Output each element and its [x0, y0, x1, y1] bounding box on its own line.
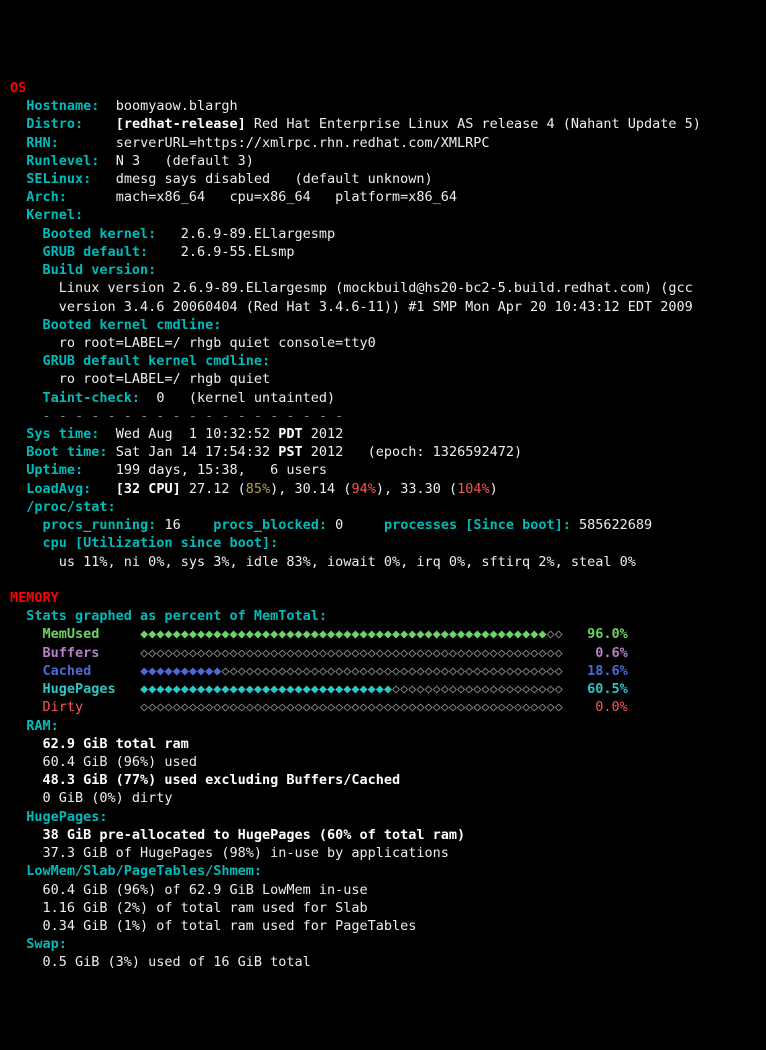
arch-key: Arch:	[26, 189, 67, 205]
procs-running-key: procs_running:	[43, 517, 157, 533]
ram-used: 60.4 GiB (96%) used	[43, 754, 197, 770]
os-header: OS	[10, 80, 26, 96]
separator: - - - - - - - - - - - - - - - - - - -	[43, 408, 344, 424]
lowmem-pagetables: 0.34 GiB (1%) of total ram used for Page…	[43, 918, 417, 934]
booted-cmdline-val: ro root=LABEL=/ rhgb quiet console=tty0	[59, 335, 376, 351]
build-version-line1: Linux version 2.6.9-89.ELlargesmp (mockb…	[59, 280, 693, 296]
grub-default-val: 2.6.9-55.ELsmp	[181, 244, 295, 260]
swap-used: 0.5 GiB (3%) used of 16 GiB total	[43, 954, 311, 970]
runlevel-key: Runlevel:	[26, 153, 99, 169]
bar-cached-pct: 18.6%	[587, 663, 628, 679]
build-version-key: Build version:	[43, 262, 157, 278]
grub-default-key: GRUB default:	[43, 244, 149, 260]
cpu-util-line: us 11%, ni 0%, sys 3%, idle 83%, iowait …	[59, 554, 636, 570]
bar-dirty-pct: 0.0%	[587, 699, 628, 715]
ram-key: RAM:	[26, 718, 59, 734]
bar-cached-label: Cached	[43, 663, 124, 679]
booted-cmdline-key: Booted kernel cmdline:	[43, 317, 222, 333]
runlevel-val: N 3 (default 3)	[116, 153, 254, 169]
taint-val: 0 (kernel untainted)	[156, 390, 335, 406]
uptime-val: 199 days, 15:38, 6 users	[116, 462, 327, 478]
procstat-key: /proc/stat:	[26, 499, 115, 515]
hugepages-key: HugePages:	[26, 809, 107, 825]
hugepages-inuse: 37.3 GiB of HugePages (98%) in-use by ap…	[43, 845, 449, 861]
booted-kernel-val: 2.6.9-89.ELlargesmp	[181, 226, 335, 242]
bar-memused-label: MemUsed	[43, 626, 124, 642]
bar-memused-pct: 96.0%	[587, 626, 628, 642]
bar-memused: ◆◆◆◆◆◆◆◆◆◆◆◆◆◆◆◆◆◆◆◆◆◆◆◆◆◆◆◆◆◆◆◆◆◆◆◆◆◆◆◆…	[140, 626, 563, 642]
hostname-val: boomyaow.blargh	[116, 98, 238, 114]
booted-kernel-key: Booted kernel:	[43, 226, 157, 242]
bar-dirty: ◇◇◇◇◇◇◇◇◇◇◇◇◇◇◇◇◇◇◇◇◇◇◇◇◇◇◇◇◇◇◇◇◇◇◇◇◇◇◇◇…	[140, 699, 563, 715]
loadavg-cpu-tag: [32 CPU]	[116, 481, 181, 497]
ram-total: 62.9 GiB total ram	[43, 736, 189, 752]
systime-val: Wed Aug 1 10:32:52	[116, 426, 279, 442]
ram-used-excl: 48.3 GiB (77%) used excluding Buffers/Ca…	[43, 772, 401, 788]
boottime-val: Sat Jan 14 17:54:32	[116, 444, 279, 460]
bar-buffers-pct: 0.6%	[587, 645, 628, 661]
kernel-key: Kernel:	[26, 207, 83, 223]
xsos-output: OS Hostname: boomyaow.blargh Distro: [re…	[10, 80, 701, 971]
bar-hugepages-pct: 60.5%	[587, 681, 628, 697]
distro-tag: [redhat-release]	[116, 116, 246, 132]
systime-key: Sys time:	[26, 426, 99, 442]
hostname-key: Hostname:	[26, 98, 99, 114]
rhn-val: serverURL=https://xmlrpc.rhn.redhat.com/…	[116, 135, 490, 151]
taint-key: Taint-check:	[43, 390, 141, 406]
grub-cmdline-val: ro root=LABEL=/ rhgb quiet	[59, 371, 270, 387]
distro-val: Red Hat Enterprise Linux AS release 4 (N…	[254, 116, 701, 132]
lowmem-key: LowMem/Slab/PageTables/Shmem:	[26, 863, 262, 879]
memory-header: MEMORY	[10, 590, 59, 606]
cpu-util-key: cpu [Utilization since boot]:	[43, 535, 279, 551]
lowmem-slab: 1.16 GiB (2%) of total ram used for Slab	[43, 900, 368, 916]
build-version-line2: version 3.4.6 20060404 (Red Hat 3.4.6-11…	[59, 299, 693, 315]
bar-hugepages-label: HugePages	[43, 681, 124, 697]
procs-blocked-key: procs_blocked:	[213, 517, 327, 533]
boottime-key: Boot time:	[26, 444, 107, 460]
bar-dirty-label: Dirty	[43, 699, 124, 715]
memgraph-key: Stats graphed as percent of MemTotal:	[26, 608, 327, 624]
bar-buffers: ◇◇◇◇◇◇◇◇◇◇◇◇◇◇◇◇◇◇◇◇◇◇◇◇◇◇◇◇◇◇◇◇◇◇◇◇◇◇◇◇…	[140, 645, 563, 661]
loadavg-key: LoadAvg:	[26, 481, 91, 497]
procs-since-boot-key: processes [Since boot]:	[384, 517, 571, 533]
uptime-key: Uptime:	[26, 462, 83, 478]
grub-cmdline-key: GRUB default kernel cmdline:	[43, 353, 271, 369]
rhn-key: RHN:	[26, 135, 59, 151]
selinux-key: SELinux:	[26, 171, 91, 187]
bar-buffers-label: Buffers	[43, 645, 124, 661]
swap-key: Swap:	[26, 936, 67, 952]
lowmem-inuse: 60.4 GiB (96%) of 62.9 GiB LowMem in-use	[43, 882, 368, 898]
ram-dirty: 0 GiB (0%) dirty	[43, 790, 173, 806]
bar-cached: ◆◆◆◆◆◆◆◆◆◆◇◇◇◇◇◇◇◇◇◇◇◇◇◇◇◇◇◇◇◇◇◇◇◇◇◇◇◇◇◇…	[140, 663, 563, 679]
arch-val: mach=x86_64 cpu=x86_64 platform=x86_64	[116, 189, 457, 205]
selinux-val: dmesg says disabled (default unknown)	[116, 171, 433, 187]
hugepages-prealloc: 38 GiB pre-allocated to HugePages (60% o…	[43, 827, 466, 843]
bar-hugepages: ◆◆◆◆◆◆◆◆◆◆◆◆◆◆◆◆◆◆◆◆◆◆◆◆◆◆◆◆◆◆◆◇◇◇◇◇◇◇◇◇…	[140, 681, 563, 697]
distro-key: Distro:	[26, 116, 83, 132]
